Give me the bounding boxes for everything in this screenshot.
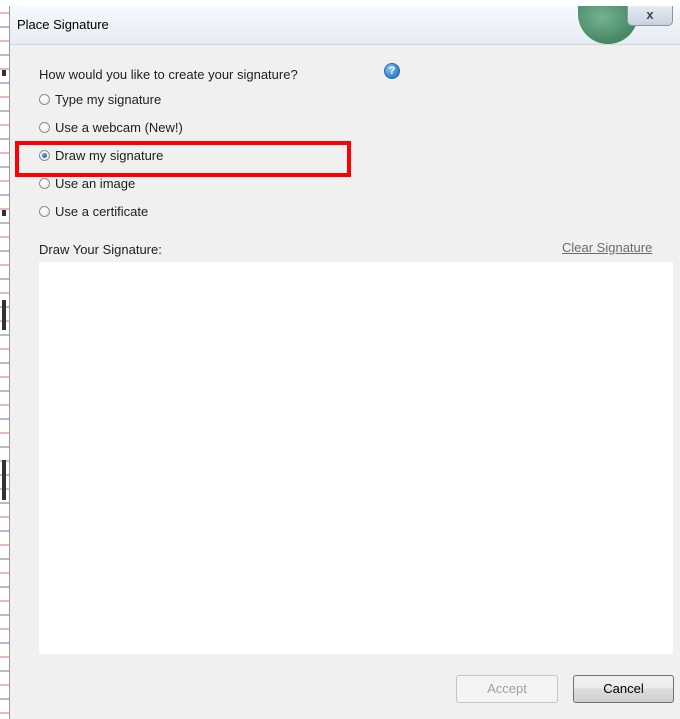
help-icon[interactable]: ?: [384, 63, 400, 79]
option-label: Use a webcam (New!): [55, 119, 183, 135]
radio-button[interactable]: [39, 177, 50, 189]
close-icon: x: [646, 7, 654, 22]
cancel-button[interactable]: Cancel: [573, 675, 674, 703]
option-use-certificate[interactable]: Use a certificate: [39, 202, 148, 220]
dialog-content: How would you like to create your signat…: [10, 45, 680, 719]
option-type-signature[interactable]: Type my signature: [39, 90, 161, 108]
method-question: How would you like to create your signat…: [39, 67, 298, 82]
accept-button[interactable]: Accept: [456, 675, 558, 703]
edge-mark: [2, 460, 6, 500]
signature-drawing-canvas[interactable]: [39, 262, 673, 654]
edge-mark: [2, 300, 6, 330]
annotation-highlight-box: [15, 141, 351, 177]
edge-mark: [2, 70, 6, 76]
option-use-webcam[interactable]: Use a webcam (New!): [39, 118, 183, 136]
draw-signature-label: Draw Your Signature:: [39, 242, 162, 257]
radio-button[interactable]: [39, 121, 50, 133]
dialog-title: Place Signature: [17, 17, 109, 32]
clear-signature-link[interactable]: Clear Signature: [562, 240, 652, 255]
title-bar[interactable]: Place Signature x: [10, 6, 680, 45]
screen: Place Signature x How would you like to …: [0, 0, 680, 719]
close-button[interactable]: x: [627, 6, 673, 26]
edge-mark: [2, 210, 6, 216]
option-label: Use an image: [55, 175, 136, 191]
background-window-edge: [0, 0, 9, 719]
option-label: Type my signature: [55, 91, 162, 107]
radio-button[interactable]: [39, 93, 50, 105]
radio-button[interactable]: [39, 205, 50, 217]
option-label: Use a certificate: [55, 203, 149, 219]
place-signature-dialog: Place Signature x How would you like to …: [9, 6, 680, 719]
